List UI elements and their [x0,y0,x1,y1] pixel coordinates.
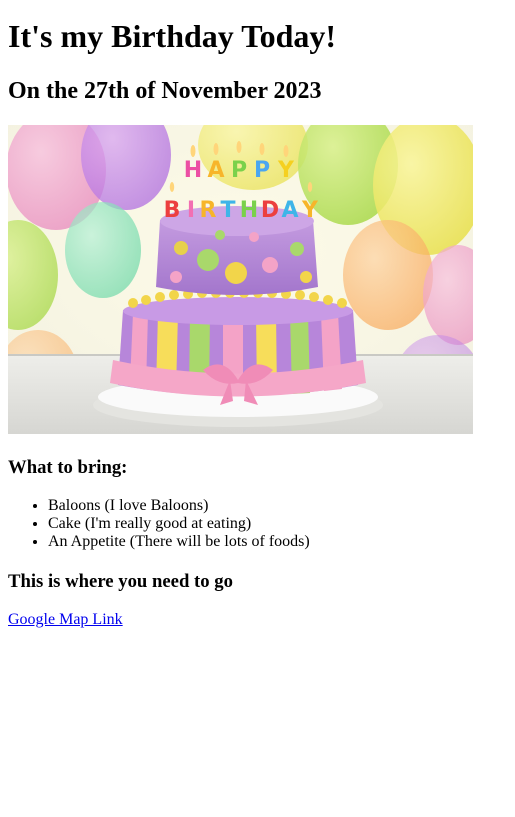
bring-list: Baloons (I love Baloons) Cake (I'm reall… [8,497,310,551]
svg-text:Y: Y [301,198,319,223]
list-item: An Appetite (There will be lots of foods… [48,533,310,551]
list-item: Baloons (I love Baloons) [48,497,310,515]
svg-text:B: B [164,198,181,223]
svg-text:I: I [187,198,195,223]
svg-text:P: P [254,158,270,183]
what-to-bring-heading: What to bring: [8,457,128,478]
svg-text:A: A [207,158,224,183]
svg-text:A: A [281,198,298,223]
svg-text:H: H [184,158,202,183]
location-heading: This is where you need to go [8,571,233,592]
date-heading: On the 27th of November 2023 [8,78,322,104]
birthday-cake-image: H A P P Y B I R T H D A Y [8,125,473,434]
list-item: Cake (I'm really good at eating) [48,515,310,533]
svg-text:R: R [200,198,217,223]
svg-text:Y: Y [277,158,295,183]
svg-text:T: T [220,198,235,223]
google-map-link[interactable]: Google Map Link [8,611,123,629]
svg-text:H: H [240,198,258,223]
page-title: It's my Birthday Today! [8,18,337,54]
svg-text:P: P [231,158,247,183]
svg-text:D: D [261,198,279,223]
